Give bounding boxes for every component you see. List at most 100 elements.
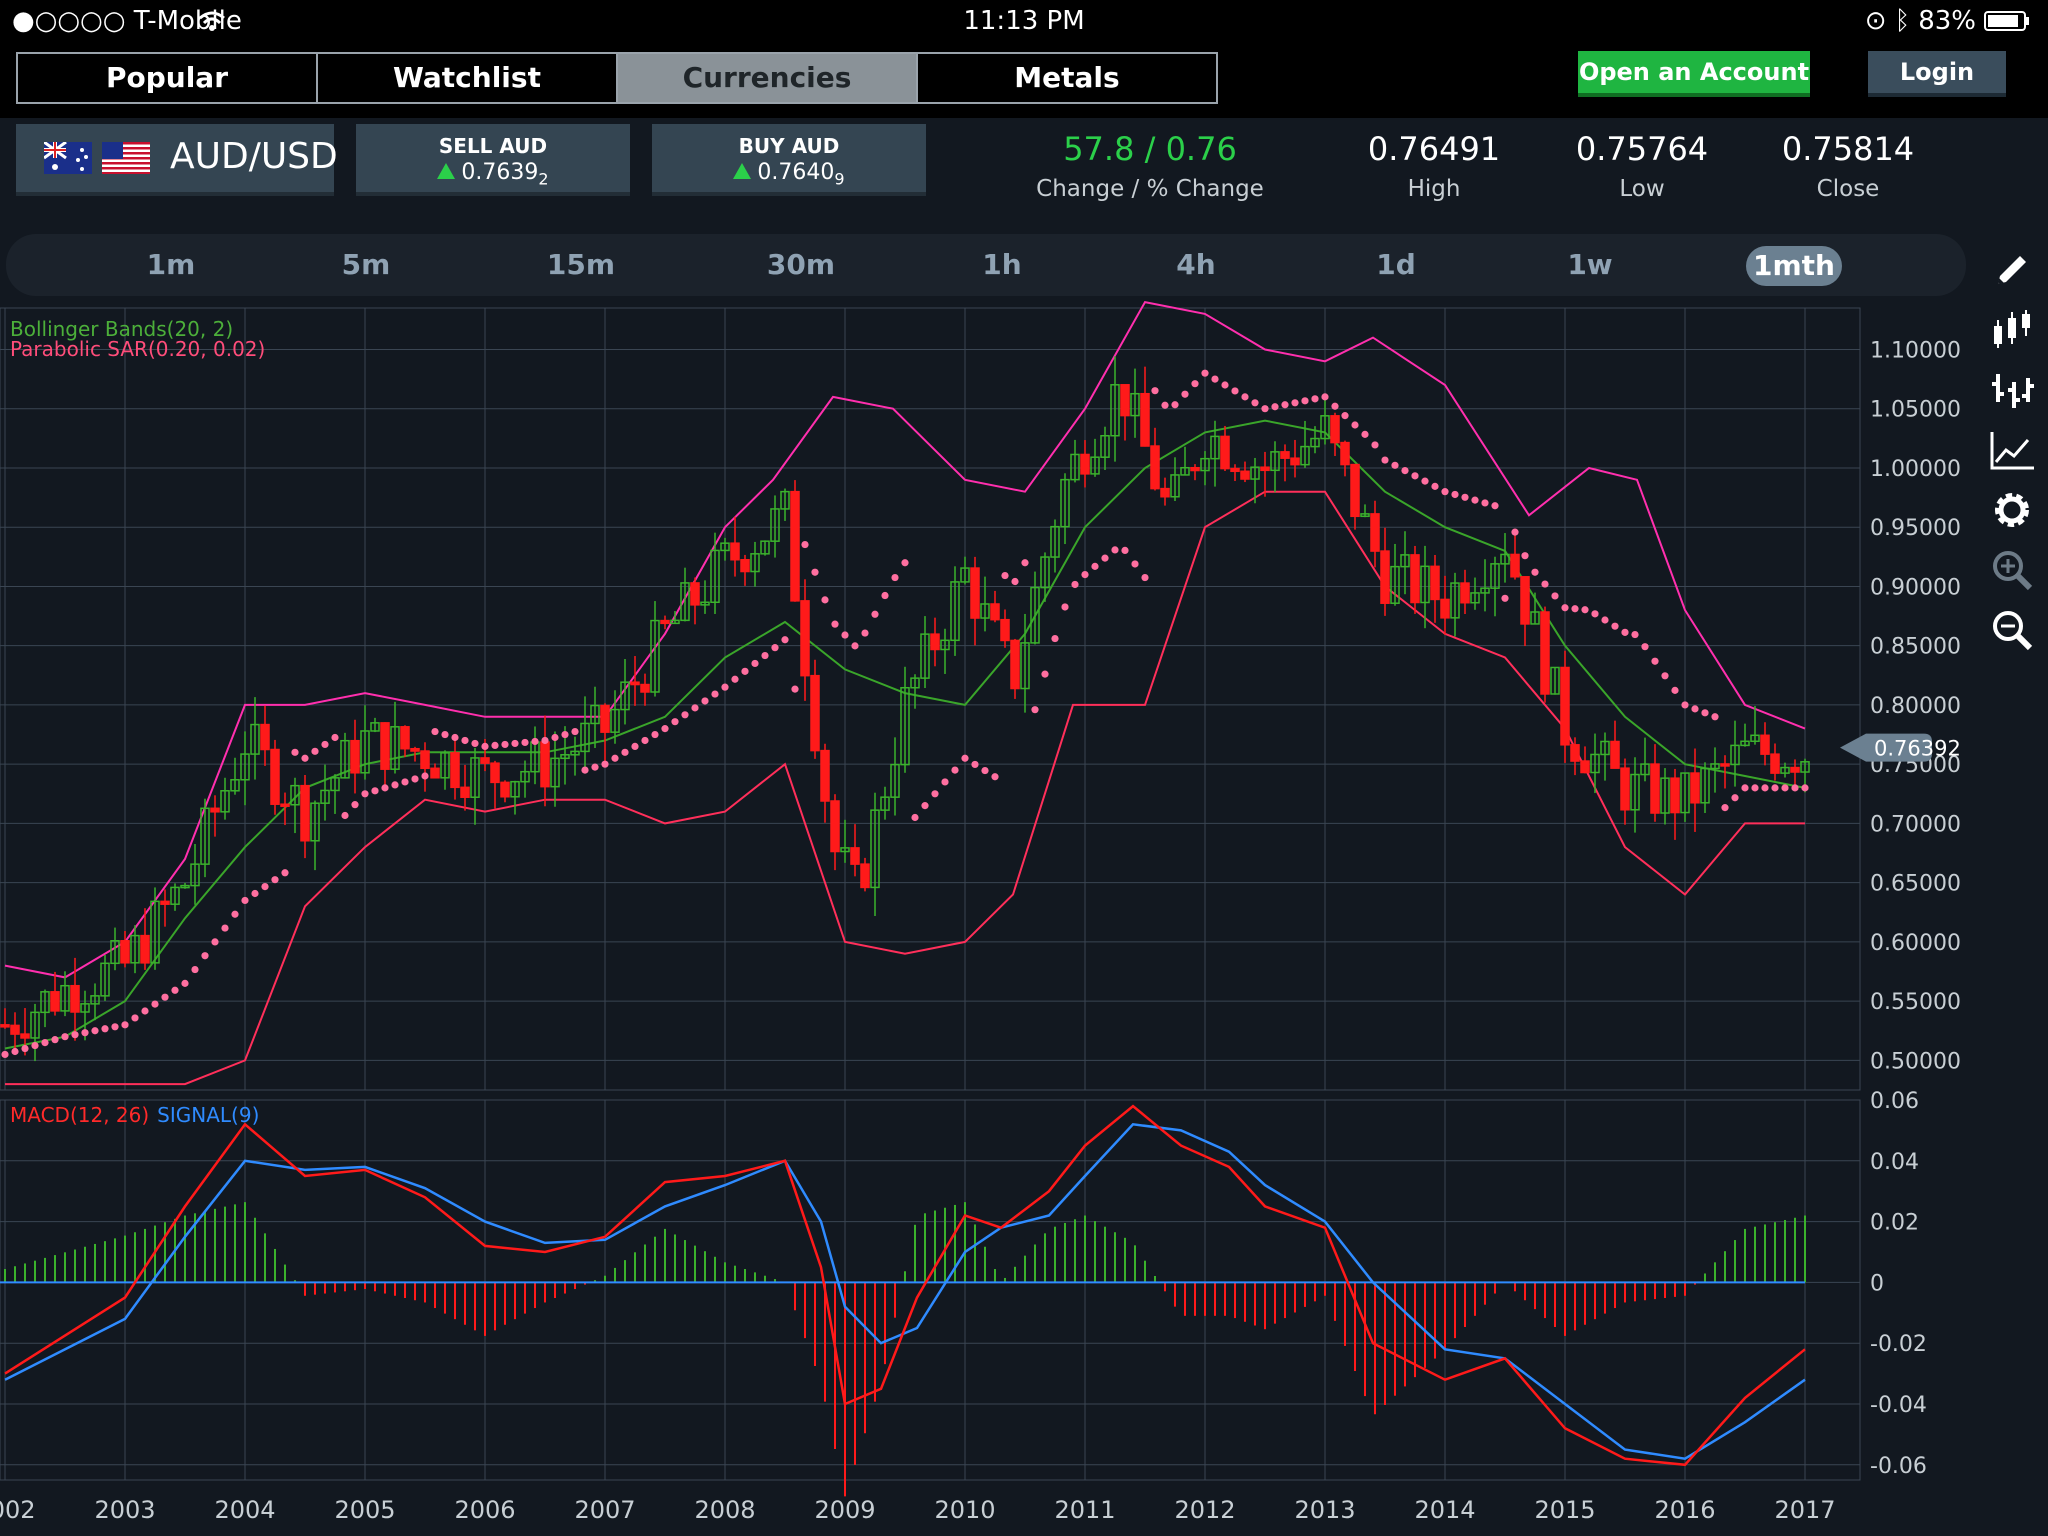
timeframe-5m[interactable]: 5m xyxy=(316,234,416,296)
time-tick-label: 2009 xyxy=(814,1496,875,1524)
candle-body xyxy=(160,900,170,905)
candle-body xyxy=(1370,513,1380,552)
sar-dot xyxy=(911,813,919,822)
low-label: Low xyxy=(1619,176,1665,202)
timeframe-1h[interactable]: 1h xyxy=(952,234,1052,296)
sar-dot xyxy=(441,730,449,739)
sar-dot xyxy=(1161,401,1169,409)
candle-body xyxy=(600,704,610,733)
high-value: 0.76491 xyxy=(1367,130,1501,168)
sar-dot xyxy=(1221,381,1229,389)
sar-dot xyxy=(1731,794,1739,802)
sar-dot xyxy=(1011,577,1019,586)
candle-body xyxy=(1240,470,1250,480)
buy-button[interactable]: BUY AUD 0.76409 xyxy=(652,124,926,192)
sell-button[interactable]: SELL AUD 0.76392 xyxy=(356,124,630,192)
sar-dot xyxy=(811,568,819,576)
candle-body xyxy=(1720,763,1730,767)
sar-dot xyxy=(1461,493,1469,501)
candle-body xyxy=(0,1024,10,1028)
tab-popular[interactable]: Popular xyxy=(18,54,318,102)
sar-dot xyxy=(1091,562,1099,570)
price-tick-label: 0.95000 xyxy=(1870,516,1961,541)
sar-dot xyxy=(1721,804,1729,812)
sar-dot xyxy=(1001,571,1009,580)
timeframe-1m[interactable]: 1m xyxy=(121,234,221,296)
candle-body xyxy=(490,762,500,784)
tab-watchlist[interactable]: Watchlist xyxy=(318,54,618,102)
sar-dot xyxy=(41,1039,49,1047)
candle-body xyxy=(830,800,840,853)
candlestick-icon[interactable] xyxy=(1990,308,2034,352)
timeframe-15m[interactable]: 15m xyxy=(521,234,641,296)
sar-dot xyxy=(721,683,729,691)
sar-dot xyxy=(1651,657,1659,665)
line-chart-icon[interactable] xyxy=(1990,428,2034,472)
sar-dot xyxy=(1541,580,1549,588)
sar-dot xyxy=(141,1007,149,1015)
ohlc-icon[interactable] xyxy=(1990,368,2034,412)
candle-body xyxy=(50,991,60,1012)
sar-dot xyxy=(931,790,939,798)
close-label: Close xyxy=(1816,176,1880,202)
gear-icon[interactable] xyxy=(1990,488,2034,532)
sar-dot xyxy=(461,736,469,745)
candle-body xyxy=(540,741,550,788)
sar-dot xyxy=(231,910,239,918)
sar-dot xyxy=(611,754,619,762)
sar-dot xyxy=(361,790,369,798)
sar-dot xyxy=(1751,784,1759,792)
sar-dot xyxy=(1431,482,1439,490)
pencil-icon[interactable] xyxy=(1990,248,2034,292)
buy-price: 0.76409 xyxy=(652,160,926,188)
sar-dot xyxy=(1151,387,1159,395)
sar-dot xyxy=(991,773,999,781)
pair-selector[interactable]: AUD/USD xyxy=(16,124,338,192)
sar-dot xyxy=(781,636,789,644)
price-tick-label: 0.50000 xyxy=(1870,1049,1961,1074)
zoom-out-icon[interactable] xyxy=(1990,608,2034,652)
time-tick-label: 2002 xyxy=(0,1496,36,1524)
sar-dot xyxy=(621,748,629,756)
timeframe-bar: 1m 5m 15m 30m 1h 4h 1d 1w 1mth xyxy=(6,234,1966,296)
sar-dot xyxy=(1741,784,1749,792)
timeframe-1w[interactable]: 1w xyxy=(1540,234,1640,296)
candle-body xyxy=(500,781,510,798)
open-account-button[interactable]: Open an Account xyxy=(1578,51,1810,93)
sar-dot xyxy=(591,763,599,771)
price-chart[interactable]: 1.10000 1.05000 1.00000 0.95000 0.90000 0.850… xyxy=(0,300,1974,1536)
timeframe-1mth[interactable]: 1mth xyxy=(1746,246,1842,286)
sar-dot xyxy=(351,801,359,809)
timeframe-4h[interactable]: 4h xyxy=(1146,234,1246,296)
up-arrow-icon xyxy=(733,163,752,179)
tab-metals[interactable]: Metals xyxy=(918,54,1216,102)
sar-dot xyxy=(771,644,779,652)
login-button[interactable]: Login xyxy=(1868,51,2006,93)
sar-dot xyxy=(521,738,529,747)
zoom-in-icon[interactable] xyxy=(1990,548,2034,592)
sar-dot xyxy=(871,610,879,618)
current-price-label: 0.76392 xyxy=(1874,737,1961,761)
sar-dot xyxy=(1691,705,1699,713)
sar-dot xyxy=(1291,399,1299,407)
sar-dot xyxy=(1711,713,1719,721)
sar-dot xyxy=(221,924,229,932)
sar-dot xyxy=(121,1021,129,1029)
candle-body xyxy=(1010,639,1020,690)
sar-dot xyxy=(1521,552,1529,560)
timeframe-30m[interactable]: 30m xyxy=(736,234,866,296)
candle-body xyxy=(1330,415,1340,444)
candle-body xyxy=(800,600,810,677)
timeframe-1d[interactable]: 1d xyxy=(1346,234,1446,296)
time-tick-label: 2017 xyxy=(1774,1496,1835,1524)
candle-body xyxy=(270,748,280,805)
candle-body xyxy=(1560,666,1570,746)
sar-dot xyxy=(451,733,459,742)
sar-dot xyxy=(1401,466,1409,475)
tab-currencies[interactable]: Currencies xyxy=(618,54,918,102)
candle-body xyxy=(860,863,870,889)
price-tick-label: 1.05000 xyxy=(1870,398,1961,423)
candle-body xyxy=(460,786,470,798)
sar-dot xyxy=(1571,605,1579,613)
sar-dot xyxy=(1021,559,1029,567)
